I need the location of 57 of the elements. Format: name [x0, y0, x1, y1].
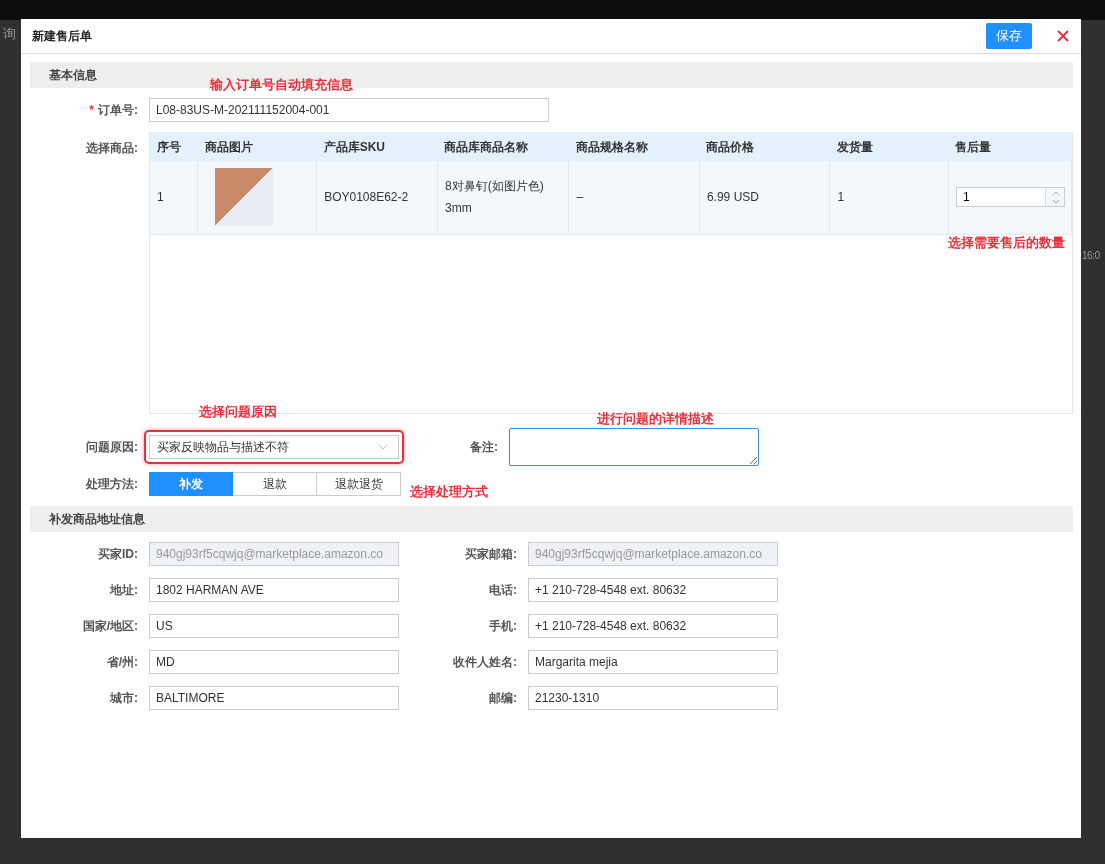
field-label: 国家/地区:: [81, 618, 138, 635]
column-header: 售后量: [948, 132, 1072, 161]
field-label: 订单号:: [98, 103, 138, 117]
annotation-text: 进行问题的详情描述: [597, 410, 714, 428]
field-label: 买家ID:: [97, 546, 138, 563]
dropdown-value: 买家反映物品与描述不符: [157, 439, 289, 456]
column-header: 序号: [150, 132, 198, 161]
table-cell: BOY0108E62-2: [316, 161, 438, 234]
table-cell: 1: [150, 161, 198, 234]
text-field[interactable]: Margarita mejia: [528, 650, 778, 674]
quantity-stepper[interactable]: 1: [955, 187, 1065, 208]
text-field[interactable]: 1802 HARMAN AVE: [149, 578, 399, 602]
close-icon[interactable]: [1057, 30, 1069, 42]
column-header: 商品价格: [699, 132, 830, 161]
method-tab[interactable]: 退款: [233, 472, 317, 496]
reason-dropdown[interactable]: 买家反映物品与描述不符: [149, 435, 399, 459]
field-label: 省/州:: [105, 654, 138, 671]
field-label: 选择商品:: [85, 140, 138, 157]
text-field[interactable]: BALTIMORE: [149, 686, 399, 710]
column-header: 商品规格名称: [569, 132, 700, 161]
annotation-text: 输入订单号自动填充信息: [210, 76, 353, 94]
table-cell: 1: [829, 161, 949, 234]
text-field[interactable]: +1 210-728-4548 ext. 80632: [528, 614, 778, 638]
remark-field[interactable]: [509, 428, 759, 466]
text-field[interactable]: MD: [149, 650, 399, 674]
column-header: 商品库商品名称: [437, 132, 569, 161]
table-cell: –: [569, 161, 700, 234]
field-label: 备注:: [469, 439, 498, 456]
required-mark: *: [89, 103, 94, 117]
field-label: 城市:: [108, 690, 138, 707]
text-field[interactable]: +1 210-728-4548 ext. 80632: [528, 578, 778, 602]
column-header: 发货量: [829, 132, 949, 161]
chevron-down-icon: [378, 444, 388, 450]
dialog-title: 新建售后单: [32, 28, 92, 45]
table-cell: 8对鼻钉(如图片色) 3mm: [437, 161, 569, 234]
order-number-field[interactable]: L08-83US-M-202111152004-001: [149, 98, 549, 122]
field-label: 手机:: [488, 618, 517, 635]
column-header: 商品图片: [197, 132, 317, 161]
field-label: 处理方法:: [85, 476, 138, 493]
field-label: 邮编:: [488, 690, 517, 707]
table-cell: 6.99 USD: [699, 161, 830, 234]
text-field[interactable]: 21230-1310: [528, 686, 778, 710]
field-label: 收件人姓名:: [452, 654, 517, 671]
method-tab[interactable]: 退款退货: [317, 472, 401, 496]
field-label: 买家邮箱:: [464, 546, 517, 563]
background-tab-label: 询: [3, 25, 16, 43]
field-label: 问题原因:: [85, 439, 138, 456]
text-field[interactable]: US: [149, 614, 399, 638]
field-label: 电话:: [488, 582, 517, 599]
annotation-text: 选择需要售后的数量: [948, 234, 1065, 252]
background-time-text: 16:0: [1082, 249, 1100, 263]
annotation-text: 选择处理方式: [410, 483, 488, 501]
column-header: 产品库SKU: [316, 132, 438, 161]
photo-placeholder: [215, 168, 274, 227]
section-header: 补发商品地址信息: [30, 506, 1073, 532]
field-label: 地址:: [108, 582, 138, 599]
annotation-text: 选择问题原因: [199, 403, 277, 421]
